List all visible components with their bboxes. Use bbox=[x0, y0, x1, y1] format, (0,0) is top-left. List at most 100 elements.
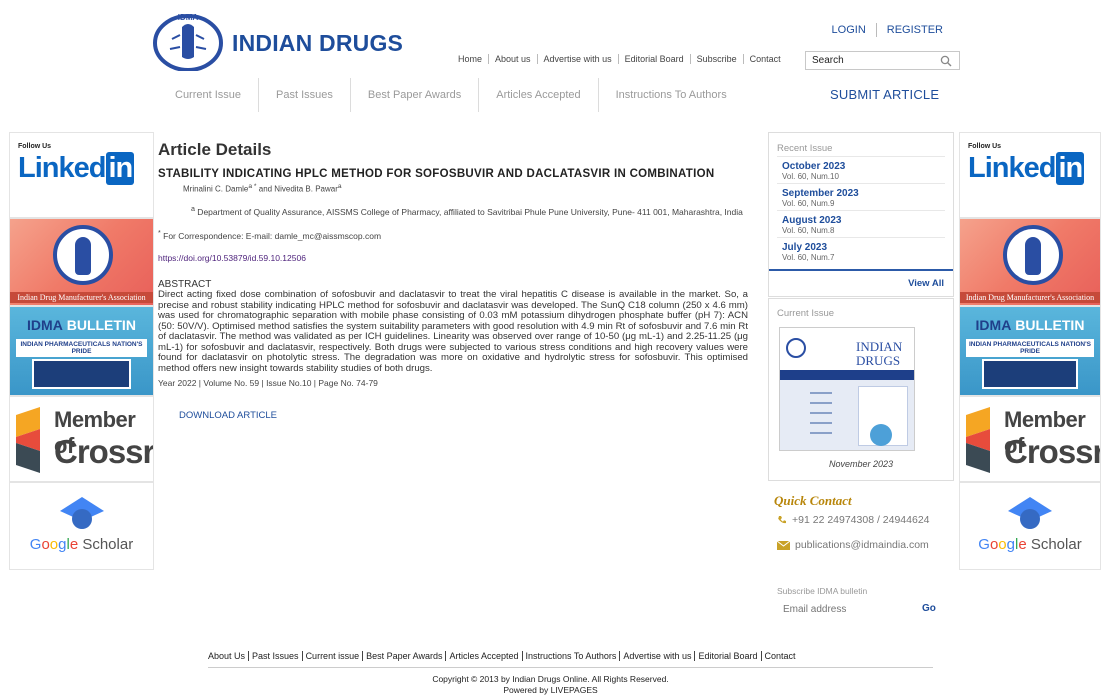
linkedin-text: Linked bbox=[18, 152, 106, 184]
article-authors: Mrinalini C. Damlea * and Nivedita B. Pa… bbox=[183, 183, 342, 194]
emblem-text: IDMA bbox=[178, 13, 199, 22]
article-correspondence: * For Correspondence: E-mail: damle_mc@a… bbox=[158, 229, 382, 242]
search-icon[interactable] bbox=[940, 55, 952, 67]
phone-number[interactable]: +91 22 24974308 / 24944624 bbox=[792, 514, 930, 526]
footer-link-instructions[interactable]: Instructions To Authors bbox=[523, 651, 621, 661]
linkedin-logo: Linked in bbox=[968, 152, 1085, 185]
linkedin-in-badge: in bbox=[1056, 152, 1085, 185]
idma-logo-icon bbox=[786, 338, 806, 358]
linkedin-logo: Linked in bbox=[18, 152, 135, 185]
idma-banner-right[interactable]: Indian Drug Manufacturer's Association bbox=[959, 218, 1101, 306]
linkedin-banner-right[interactable]: Follow Us Linked in bbox=[959, 132, 1101, 218]
footer-link-articles-accepted[interactable]: Articles Accepted bbox=[446, 651, 523, 661]
current-issue-panel: Current Issue INDIAN DRUGS November 2023 bbox=[768, 298, 954, 481]
crossref-banner-right[interactable]: Member of Crossref bbox=[959, 396, 1101, 482]
crossref-text: Crossref bbox=[54, 433, 154, 470]
view-all-link[interactable]: View All bbox=[908, 278, 944, 289]
bulletin-tagline: INDIAN PHARMACEUTICALS NATION'S PRIDE bbox=[16, 339, 147, 357]
email-address[interactable]: publications@idmaindia.com bbox=[795, 539, 929, 551]
footer-link-current-issue[interactable]: Current issue bbox=[303, 651, 364, 661]
contact-phone: +91 22 24974308 / 24944624 bbox=[777, 514, 930, 526]
topnav-contact[interactable]: Contact bbox=[744, 54, 787, 64]
topnav-advertise[interactable]: Advertise with us bbox=[538, 54, 619, 64]
site-logo[interactable]: IDMA INDIAN DRUGS bbox=[152, 11, 403, 71]
current-issue-month: November 2023 bbox=[828, 459, 894, 469]
divider bbox=[777, 183, 945, 184]
cover-title: INDIAN DRUGS bbox=[856, 339, 903, 368]
topnav-editorial-board[interactable]: Editorial Board bbox=[619, 54, 691, 64]
topnav-subscribe[interactable]: Subscribe bbox=[691, 54, 744, 64]
issue-volume: Vol. 60, Num.9 bbox=[782, 199, 835, 208]
footer-link-best-paper-awards[interactable]: Best Paper Awards bbox=[363, 651, 447, 661]
idma-bulletin-banner[interactable]: IDMA BULLETIN INDIAN PHARMACEUTICALS NAT… bbox=[9, 306, 154, 396]
footer-link-editorial-board[interactable]: Editorial Board bbox=[695, 651, 762, 661]
download-article-link[interactable]: DOWNLOAD ARTICLE bbox=[179, 410, 748, 421]
phone-icon bbox=[778, 516, 786, 524]
footer-nav: About Us Past Issues Current issue Best … bbox=[208, 651, 799, 661]
idma-bulletin-banner-right[interactable]: IDMA BULLETIN INDIAN PHARMACEUTICALS NAT… bbox=[959, 306, 1101, 396]
doi-link[interactable]: https://doi.org/10.53879/id.59.10.12506 bbox=[158, 253, 748, 263]
crossref-logo-icon bbox=[966, 407, 990, 473]
google-scholar-text: Google Scholar bbox=[978, 536, 1082, 553]
follow-us-label: Follow Us bbox=[18, 143, 52, 150]
right-banner-column: Follow Us Linked in Indian Drug Manufactu… bbox=[959, 132, 1101, 570]
issue-volume: Vol. 60, Num.10 bbox=[782, 172, 839, 181]
top-nav: Home About us Advertise with us Editoria… bbox=[458, 54, 787, 64]
register-link[interactable]: REGISTER bbox=[887, 24, 943, 36]
footer-link-contact[interactable]: Contact bbox=[762, 651, 799, 661]
submit-article-link[interactable]: SUBMIT ARTICLE bbox=[830, 87, 939, 102]
footer-copyright: Copyright © 2013 by Indian Drugs Online.… bbox=[0, 674, 1101, 696]
current-issue-cover[interactable]: INDIAN DRUGS bbox=[779, 327, 915, 451]
graduation-cap-icon bbox=[59, 497, 104, 529]
nav-instructions-to-authors[interactable]: Instructions To Authors bbox=[599, 78, 744, 112]
bulletin-card-image bbox=[982, 359, 1078, 389]
google-scholar-text: Google Scholar bbox=[29, 536, 134, 553]
crossref-text: Crossref bbox=[1004, 433, 1100, 470]
idma-caption: Indian Drug Manufacturer's Association bbox=[10, 292, 153, 303]
abstract-text: Direct acting fixed dose combination of … bbox=[158, 289, 748, 374]
site-name: INDIAN DRUGS bbox=[232, 30, 404, 56]
footer-link-advertise[interactable]: Advertise with us bbox=[620, 651, 696, 661]
recent-issue-item[interactable]: July 2023 Vol. 60, Num.7 bbox=[782, 242, 834, 262]
linkedin-in-badge: in bbox=[106, 152, 135, 185]
divider bbox=[769, 269, 953, 271]
page-title: Article Details bbox=[158, 140, 272, 159]
recent-issue-panel: Recent Issue October 2023 Vol. 60, Num.1… bbox=[768, 132, 954, 297]
issue-month: July 2023 bbox=[782, 242, 828, 253]
graduation-cap-icon bbox=[1008, 497, 1052, 529]
issue-volume: Vol. 60, Num.7 bbox=[782, 253, 835, 262]
recent-issue-item[interactable]: September 2023 Vol. 60, Num.9 bbox=[782, 188, 859, 208]
footer-link-past-issues[interactable]: Past Issues bbox=[249, 651, 303, 661]
powered-by-text: Powered by LIVEPAGES bbox=[503, 685, 598, 695]
footer-link-about[interactable]: About Us bbox=[208, 651, 250, 661]
nav-current-issue[interactable]: Current Issue bbox=[158, 78, 260, 112]
copyright-text: Copyright © 2013 by Indian Drugs Online.… bbox=[432, 674, 669, 684]
recent-issue-item[interactable]: October 2023 Vol. 60, Num.10 bbox=[782, 161, 845, 181]
bulletin-tagline: INDIAN PHARMACEUTICALS NATION'S PRIDE bbox=[966, 339, 1094, 357]
linkedin-banner[interactable]: Follow Us Linked in bbox=[9, 132, 154, 218]
bulletin-title: IDMA BULLETIN bbox=[960, 317, 1100, 333]
auth-divider bbox=[875, 23, 877, 37]
idma-banner[interactable]: Indian Drug Manufacturer's Association bbox=[9, 218, 154, 306]
nav-past-issues[interactable]: Past Issues bbox=[259, 78, 351, 112]
footer-divider bbox=[208, 667, 933, 668]
crossref-banner[interactable]: Member of Crossref bbox=[9, 396, 154, 482]
subscribe-label: Subscribe IDMA bulletin bbox=[777, 586, 868, 596]
subscribe-go-button[interactable]: Go bbox=[922, 603, 936, 614]
google-scholar-banner[interactable]: Google Scholar bbox=[9, 482, 154, 570]
nav-articles-accepted[interactable]: Articles Accepted bbox=[479, 78, 599, 112]
recent-issue-item[interactable]: August 2023 Vol. 60, Num.8 bbox=[782, 215, 841, 235]
article-title: STABILITY INDICATING HPLC METHOD FOR SOF… bbox=[158, 168, 715, 180]
idma-logo-icon bbox=[1003, 225, 1063, 285]
topnav-about[interactable]: About us bbox=[489, 54, 538, 64]
google-scholar-banner-right[interactable]: Google Scholar bbox=[959, 482, 1101, 570]
login-link[interactable]: LOGIN bbox=[832, 24, 866, 36]
article-meta: Year 2022 | Volume No. 59 | Issue No.10 … bbox=[158, 378, 378, 389]
subscribe-email-input[interactable] bbox=[777, 601, 907, 617]
topnav-home[interactable]: Home bbox=[458, 54, 490, 64]
search-input[interactable] bbox=[806, 52, 936, 69]
search-box bbox=[805, 51, 960, 70]
divider bbox=[777, 210, 945, 211]
article-affiliation: a Department of Quality Assurance, AISSM… bbox=[191, 204, 743, 217]
nav-best-paper-awards[interactable]: Best Paper Awards bbox=[351, 78, 480, 112]
